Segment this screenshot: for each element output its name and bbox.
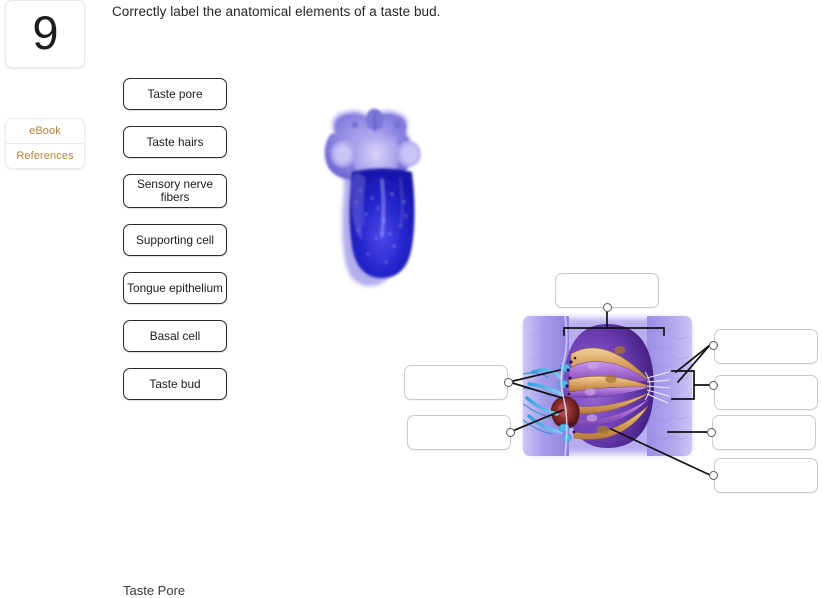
drop-zone-left-lower[interactable] — [407, 415, 511, 450]
drop-zone-right-1[interactable] — [714, 329, 818, 364]
drop-zone-left-upper[interactable] — [404, 365, 508, 400]
drop-zone-right-4[interactable] — [714, 458, 818, 493]
question-number: 9 — [32, 5, 58, 59]
drag-label-taste-hairs[interactable]: Taste hairs — [123, 126, 227, 158]
references-link[interactable]: References — [6, 143, 84, 168]
tongue-dorsal-surface-photo — [320, 98, 446, 304]
clipped-bottom-text: Taste Pore — [123, 583, 186, 598]
drag-label-taste-bud[interactable]: Taste bud — [123, 368, 227, 400]
drag-label-basal-cell[interactable]: Basal cell — [123, 320, 227, 352]
left-rail: 9 eBook References — [5, 0, 85, 169]
drag-label-tongue-epithelium[interactable]: Tongue epithelium — [123, 272, 227, 304]
drop-zone-right-2[interactable] — [714, 375, 818, 410]
taste-bud-cross-section-illustration — [519, 312, 696, 460]
ebook-link[interactable]: eBook — [6, 119, 84, 143]
question-number-card: 9 — [5, 0, 85, 68]
drop-zone-top[interactable] — [555, 273, 659, 308]
question-prompt: Correctly label the anatomical elements … — [112, 4, 441, 19]
drag-label-supporting-cell[interactable]: Supporting cell — [123, 224, 227, 256]
resource-panel: eBook References — [5, 118, 85, 169]
drag-label-sensory-nerve-fibers[interactable]: Sensory nerve fibers — [123, 174, 227, 208]
label-bank: Taste pore Taste hairs Sensory nerve fib… — [123, 78, 227, 416]
drag-label-taste-pore[interactable]: Taste pore — [123, 78, 227, 110]
drop-zone-right-3[interactable] — [712, 415, 816, 450]
